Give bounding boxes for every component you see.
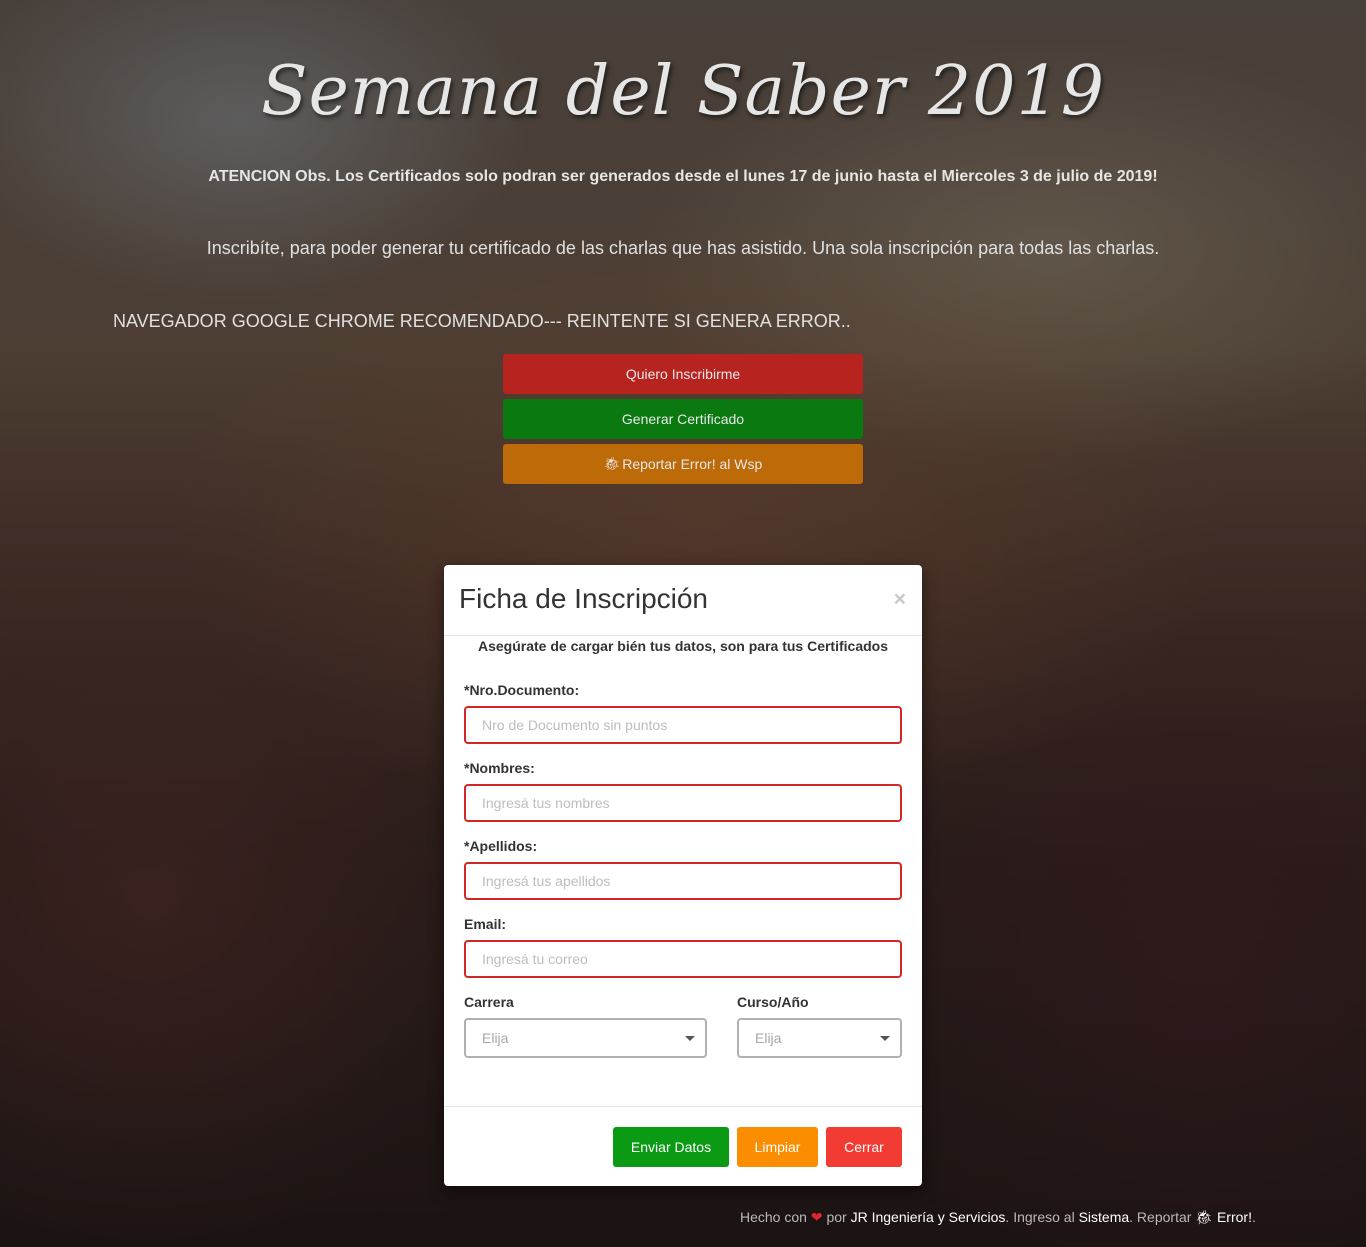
error-report-link[interactable]: 🐞︎ Error!	[1195, 1209, 1252, 1225]
footer-trailing: .	[1251, 1209, 1256, 1225]
intro-text: Inscribíte, para poder generar tu certif…	[206, 238, 1160, 258]
chevron-down-icon	[685, 1036, 695, 1041]
system-link[interactable]: Sistema	[1079, 1209, 1130, 1225]
footer-report-text: . Reportar	[1129, 1209, 1192, 1225]
modal-header: Ficha de Inscripción ×	[444, 565, 922, 636]
modal-instructions: Asegúrate de cargar bién tus datos, son …	[478, 638, 888, 654]
document-label: *Nro.Documento:	[464, 682, 580, 698]
attention-notice: ATENCION Obs. Los Certificados solo podr…	[208, 168, 1158, 185]
report-error-whatsapp-button[interactable]: 🐞︎ Reportar Error! al Wsp	[503, 444, 863, 484]
report-error-label: Reportar Error! al Wsp	[622, 456, 763, 472]
document-input[interactable]	[464, 706, 902, 744]
course-selected-value: Elija	[755, 1030, 782, 1046]
page: Semana del Saber 2019 ATENCION Obs. Los …	[0, 0, 1366, 1247]
names-input[interactable]	[464, 784, 902, 822]
page-footer: Hecho con ❤ por JR Ingeniería y Servicio…	[740, 1209, 1256, 1226]
bug-icon: 🐞︎	[603, 456, 621, 471]
bug-icon: 🐞︎	[1195, 1209, 1214, 1225]
footer-made-with: Hecho con	[740, 1209, 807, 1225]
career-selected-value: Elija	[482, 1030, 509, 1046]
email-input[interactable]	[464, 940, 902, 978]
close-button[interactable]: Cerrar	[826, 1127, 902, 1167]
heart-icon: ❤	[810, 1209, 823, 1225]
names-label: *Nombres:	[464, 760, 535, 776]
close-icon[interactable]: ×	[894, 589, 906, 610]
send-data-button[interactable]: Enviar Datos	[613, 1127, 729, 1167]
browser-recommendation: NAVEGADOR GOOGLE CHROME RECOMENDADO--- R…	[113, 311, 851, 331]
error-link-label: Error!	[1216, 1209, 1252, 1225]
footer-login-text: . Ingreso al	[1005, 1209, 1075, 1225]
career-label: Carrera	[464, 994, 514, 1010]
page-title: Semana del Saber 2019	[260, 52, 1105, 131]
career-select[interactable]: Elija	[464, 1018, 707, 1058]
course-label: Curso/Año	[737, 994, 809, 1010]
generate-certificate-button[interactable]: Generar Certificado	[503, 399, 863, 439]
clear-button[interactable]: Limpiar	[737, 1127, 818, 1167]
modal-footer: Enviar Datos Limpiar Cerrar	[444, 1106, 922, 1187]
chevron-down-icon	[880, 1036, 890, 1041]
register-button[interactable]: Quiero Inscribirme	[503, 354, 863, 394]
surnames-input[interactable]	[464, 862, 902, 900]
course-select[interactable]: Elija	[737, 1018, 902, 1058]
company-link[interactable]: JR Ingeniería y Servicios	[851, 1209, 1006, 1225]
email-label: Email:	[464, 916, 507, 932]
surnames-label: *Apellidos:	[464, 838, 538, 854]
modal-title: Ficha de Inscripción	[459, 583, 709, 614]
footer-by: por	[826, 1209, 847, 1225]
registration-modal: Ficha de Inscripción × Asegúrate de carg…	[444, 565, 922, 1186]
